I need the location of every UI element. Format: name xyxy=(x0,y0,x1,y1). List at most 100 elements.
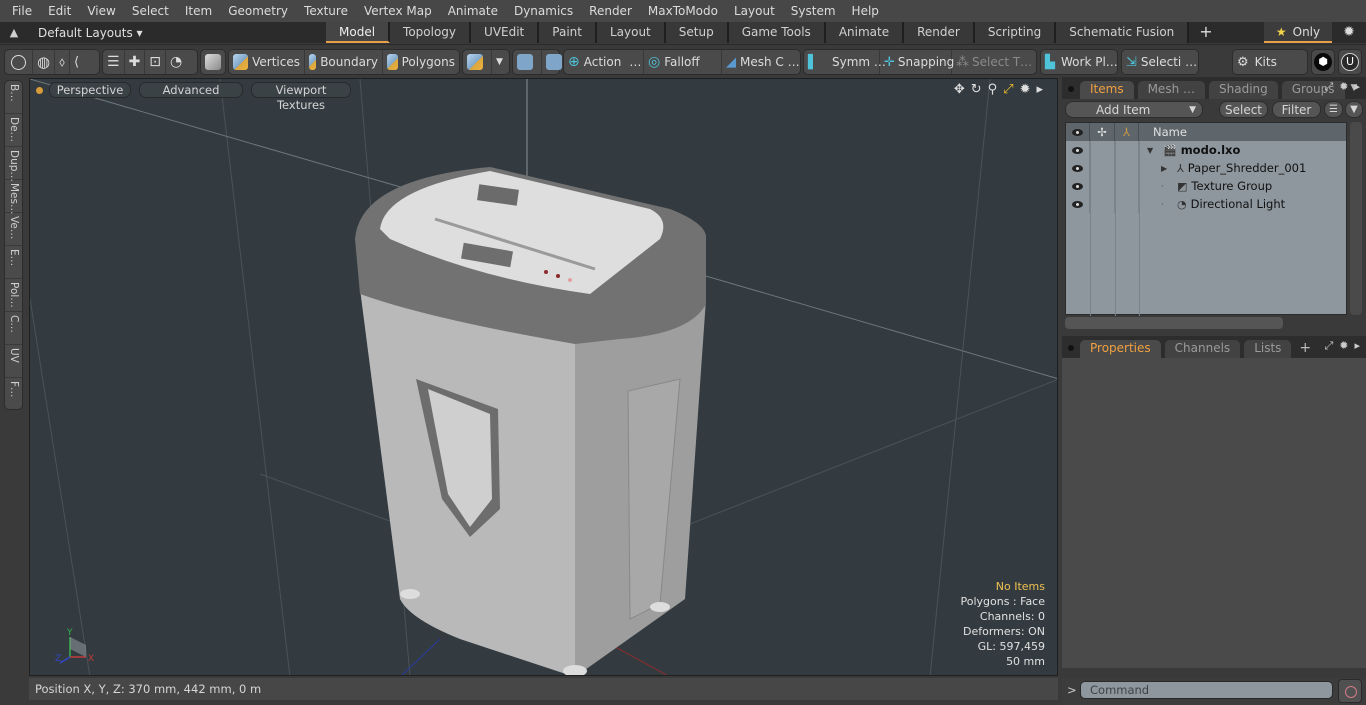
path-tool-icon[interactable]: ⟨ xyxy=(70,50,83,74)
tree-item-name[interactable]: ▶ ⅄ Paper_Shredder_001 xyxy=(1139,159,1306,177)
tab-layout[interactable]: Layout xyxy=(596,22,666,43)
left-tab-3[interactable]: Mes… xyxy=(5,180,22,215)
menu-texture[interactable]: Texture xyxy=(296,0,356,22)
kits-button[interactable]: ⚙ Kits xyxy=(1233,50,1281,74)
action-center-button[interactable]: ⊕ Action… xyxy=(564,50,644,74)
left-tab-7[interactable]: C… xyxy=(5,312,22,345)
collapse-up-icon[interactable]: ▲ xyxy=(0,26,28,39)
lock-cell[interactable] xyxy=(1090,177,1115,195)
menu-item[interactable]: Item xyxy=(177,0,220,22)
rotate-icon[interactable]: ↻ xyxy=(971,82,982,97)
items-tab-1[interactable]: Mesh … xyxy=(1137,81,1205,99)
view-mode-button[interactable]: Perspective xyxy=(49,82,131,98)
lock-cell[interactable] xyxy=(1090,159,1115,177)
properties-tab-channels[interactable]: Channels xyxy=(1164,340,1241,358)
filter-button[interactable]: Filter xyxy=(1272,101,1321,118)
unreal-icon[interactable]: U xyxy=(1338,49,1362,75)
lock-column-icon[interactable]: ✢ xyxy=(1090,123,1115,141)
properties-tab-lists[interactable]: Lists xyxy=(1244,340,1292,358)
select-through-button[interactable]: ⁂ Select T… xyxy=(952,50,1032,74)
globe-icon[interactable]: ◍ xyxy=(33,50,56,74)
visibility-toggle[interactable] xyxy=(1066,141,1090,159)
properties-gear-icon[interactable]: ✹ xyxy=(1339,339,1348,353)
pen-tool-icon[interactable]: ⬨ xyxy=(55,50,70,74)
visibility-toggle[interactable] xyxy=(1066,159,1090,177)
properties-maximize-icon[interactable]: ⤢ xyxy=(1324,339,1333,353)
panel-gear-icon[interactable]: ✹ xyxy=(1339,80,1348,94)
boundary-button[interactable]: Boundary xyxy=(305,50,383,74)
type-column-icon[interactable]: ⅄ xyxy=(1115,123,1139,141)
visibility-toggle[interactable] xyxy=(1066,177,1090,195)
panel-menu-dot[interactable] xyxy=(1068,86,1074,92)
list-options-icon[interactable]: ☰ xyxy=(1324,101,1343,118)
tab-paint[interactable]: Paint xyxy=(539,22,597,43)
menu-help[interactable]: Help xyxy=(844,0,887,22)
transform-gizmo-icon[interactable] xyxy=(513,50,542,74)
tree-item-name[interactable]: · ◔ Directional Light xyxy=(1139,195,1285,213)
expand-arrow-icon[interactable]: ▶ xyxy=(1161,164,1173,173)
work-plane-button[interactable]: ▙ Work Pl… xyxy=(1041,50,1122,74)
tree-item-name[interactable]: ▼ 🎬 modo.lxo xyxy=(1139,141,1240,159)
material-mode-icon[interactable] xyxy=(463,50,492,74)
tree-row[interactable]: · ◔ Directional Light xyxy=(1066,195,1346,213)
properties-tab-properties[interactable]: Properties xyxy=(1080,340,1161,358)
unity-icon[interactable]: ⬢ xyxy=(1311,49,1335,75)
polygons-button[interactable]: Polygons xyxy=(383,50,459,74)
properties-menu-dot[interactable] xyxy=(1068,345,1074,351)
menu-edit[interactable]: Edit xyxy=(40,0,79,22)
tree-horizontal-scrollbar[interactable] xyxy=(1065,317,1283,329)
tree-item-name[interactable]: · ◩ Texture Group xyxy=(1139,177,1272,195)
tab-render[interactable]: Render xyxy=(904,22,975,43)
item-mode-icon[interactable] xyxy=(201,50,229,74)
select-button[interactable]: Select xyxy=(1219,101,1268,118)
name-column-header[interactable]: Name xyxy=(1139,123,1187,141)
menu-view[interactable]: View xyxy=(79,0,123,22)
square-circle-icon[interactable]: ⊡ xyxy=(145,50,167,74)
tab-setup[interactable]: Setup xyxy=(665,22,729,43)
properties-arrow-icon[interactable]: ▸ xyxy=(1354,339,1360,353)
left-tab-8[interactable]: UV xyxy=(5,345,22,378)
menu-geometry[interactable]: Geometry xyxy=(220,0,296,22)
add-tab-button[interactable]: + xyxy=(1299,340,1311,356)
add-layout-tab-button[interactable]: + xyxy=(1189,22,1222,43)
menu-animate[interactable]: Animate xyxy=(440,0,506,22)
tab-animate[interactable]: Animate xyxy=(825,22,905,43)
command-input[interactable]: Command xyxy=(1080,681,1333,699)
expand-arrow-icon[interactable]: · xyxy=(1161,200,1173,209)
tree-row[interactable]: ▶ ⅄ Paper_Shredder_001 xyxy=(1066,159,1346,177)
cross-grid-icon[interactable]: ✚ xyxy=(125,50,146,74)
3d-viewport[interactable]: Y X Z Perspective Advanced Viewport Text… xyxy=(29,78,1058,676)
left-tab-2[interactable]: Dup… xyxy=(5,147,22,182)
tab-game-tools[interactable]: Game Tools xyxy=(728,22,826,43)
lock-cell[interactable] xyxy=(1090,195,1115,213)
tab-scripting[interactable]: Scripting xyxy=(974,22,1057,43)
lock-cell[interactable] xyxy=(1090,141,1115,159)
falloff-button[interactable]: ◎ Falloff xyxy=(644,50,722,74)
left-tab-1[interactable]: De… xyxy=(5,114,22,147)
menu-layout[interactable]: Layout xyxy=(726,0,783,22)
visibility-toggle[interactable] xyxy=(1066,195,1090,213)
funnel-filter-icon[interactable]: ▼ xyxy=(1345,101,1363,118)
items-tab-0[interactable]: Items xyxy=(1080,81,1134,99)
symmetry-button[interactable]: ▌ Symm … xyxy=(804,50,886,74)
tab-schematic-fusion[interactable]: Schematic Fusion xyxy=(1056,22,1190,43)
expand-arrow-icon[interactable]: ▼ xyxy=(1147,146,1159,155)
tree-row[interactable]: ▼ 🎬 modo.lxo xyxy=(1066,141,1346,159)
viewport-gear-icon[interactable]: ✹ xyxy=(1020,82,1031,97)
menu-maxtomodo[interactable]: MaxToModo xyxy=(640,0,726,22)
panel-maximize-icon[interactable]: ⤢ xyxy=(1324,80,1333,94)
add-item-button[interactable]: Add Item ▼ xyxy=(1065,101,1203,118)
tree-row[interactable]: · ◩ Texture Group xyxy=(1066,177,1346,195)
menu-vertex-map[interactable]: Vertex Map xyxy=(356,0,440,22)
visibility-column-icon[interactable] xyxy=(1066,123,1090,141)
gear-icon[interactable]: ✹ xyxy=(1338,22,1360,43)
zoom-icon[interactable]: ⚲ xyxy=(988,82,998,97)
left-tab-6[interactable]: Pol… xyxy=(5,279,22,312)
expand-arrow-icon[interactable]: · xyxy=(1161,182,1173,191)
record-macro-icon[interactable] xyxy=(1338,679,1362,703)
dial-icon[interactable]: ◔ xyxy=(166,50,186,74)
shading-mode-button[interactable]: Advanced xyxy=(139,82,243,98)
stack-icon[interactable]: ☰ xyxy=(103,50,125,74)
only-button[interactable]: ★ Only xyxy=(1264,22,1332,43)
left-tab-5[interactable]: E… xyxy=(5,246,22,279)
